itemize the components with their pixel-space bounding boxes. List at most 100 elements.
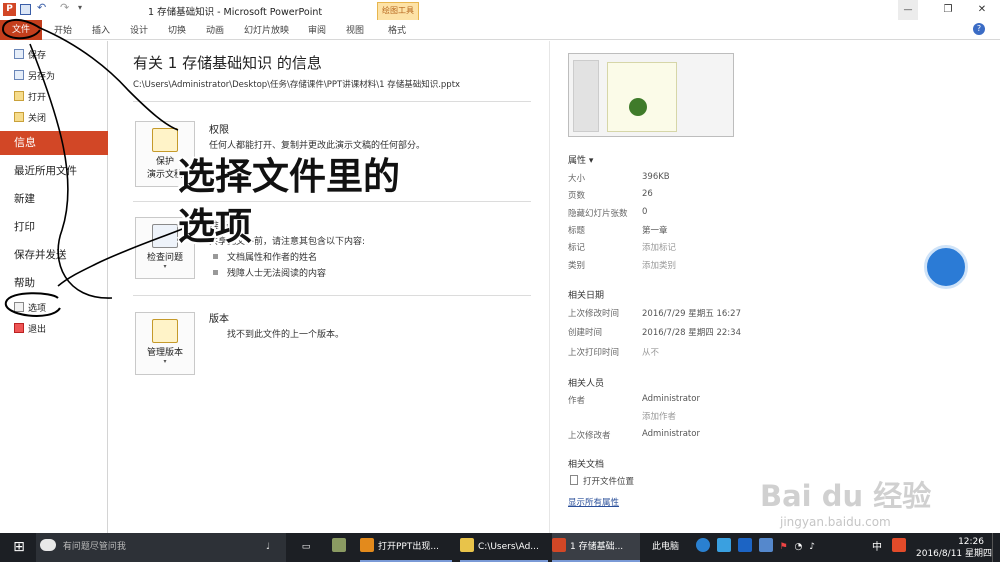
sidebar-item-save-as[interactable]: 另存为 — [14, 69, 55, 82]
ribbon-tab-bar: 文件 开始 插入 设计 切换 动画 幻灯片放映 审阅 视图 格式 ? — [0, 20, 1000, 40]
date-val-created: 2016/7/28 星期四 22:34 — [642, 328, 741, 338]
taskbar-window-label: C:\Users\Ad... — [478, 542, 539, 552]
versions-icon — [152, 319, 178, 343]
save-as-icon — [14, 70, 24, 80]
folder-open-icon — [14, 91, 24, 101]
tray-app-icon — [716, 538, 731, 552]
thumbnail-slide-list — [573, 60, 599, 132]
taskbar-window-label: 打开PPT出现... — [378, 542, 439, 552]
tab-insert[interactable]: 插入 — [92, 23, 110, 36]
network-icon: ◔ — [794, 542, 803, 552]
media-app-icon[interactable] — [332, 533, 350, 562]
prop-val-size: 396KB — [642, 172, 670, 182]
undo-icon[interactable]: ↶ — [37, 1, 46, 14]
sidebar-item-close[interactable]: 关闭 — [14, 111, 46, 124]
tab-format[interactable]: 格式 — [388, 23, 406, 36]
divider — [133, 101, 531, 102]
section-text-permissions: 任何人都能打开、复制并更改此演示文稿的任何部分。 — [209, 141, 426, 151]
sidebar-item-info[interactable]: 信息 — [0, 131, 108, 155]
powerpoint-icon — [552, 538, 566, 552]
date-val-printed: 从不 — [642, 348, 660, 358]
hummingbird-logo-icon — [924, 245, 968, 289]
dates-header: 相关日期 — [568, 291, 605, 301]
tab-design[interactable]: 设计 — [130, 23, 148, 36]
date-key-created: 创建时间 — [568, 328, 603, 338]
taskbar-window-3[interactable]: 1 存储基础... — [552, 533, 640, 562]
sidebar-item-open[interactable]: 打开 — [14, 90, 46, 103]
redo-icon[interactable]: ↷ — [60, 1, 69, 14]
prop-val-pages: 26 — [642, 189, 653, 199]
search-placeholder: 有问题尽管问我 — [62, 542, 126, 552]
restore-button[interactable]: ❐ — [938, 0, 958, 20]
sidebar-item-help[interactable]: 帮助 — [14, 275, 35, 290]
sidebar-item-recent[interactable]: 最近所用文件 — [14, 163, 77, 178]
show-all-properties-link[interactable]: 显示所有属性 — [568, 496, 619, 508]
prop-val-tags[interactable]: 添加标记 — [642, 241, 676, 253]
save-icon — [14, 49, 24, 59]
sidebar-item-save[interactable]: 保存 — [14, 48, 46, 61]
sidebar-item-label: 选项 — [28, 304, 47, 314]
folder-icon — [460, 538, 474, 552]
last-modified-by-value[interactable]: Administrator — [642, 429, 700, 439]
sidebar-item-exit[interactable]: 退出 — [14, 322, 46, 335]
taskbar-window-1[interactable]: 打开PPT出现... — [360, 533, 452, 562]
backstage-sidebar: 保存 另存为 打开 关闭 信息 最近所用文件 新建 打印 保存并发送 帮助 选项… — [0, 41, 108, 533]
microphone-icon[interactable]: ♩ — [266, 533, 270, 562]
close-button[interactable]: ✕ — [972, 0, 992, 20]
clock[interactable]: 12:26 2016/8/11 星期四 — [916, 533, 992, 562]
show-desktop-button[interactable] — [992, 533, 1000, 562]
search-box[interactable]: 有问题尽管问我 ♩ — [36, 533, 286, 562]
properties-header[interactable]: 属性 ▾ — [568, 153, 593, 166]
this-pc-label[interactable]: 此电脑 — [652, 533, 679, 562]
start-button[interactable]: ⊞ — [8, 533, 30, 562]
sidebar-item-new[interactable]: 新建 — [14, 191, 35, 206]
tab-transitions[interactable]: 切换 — [168, 23, 186, 36]
taskbar-window-2[interactable]: C:\Users\Ad... — [460, 533, 548, 562]
overlay-line-1: 选择文件里的 — [178, 155, 400, 198]
section-title-permissions: 权限 — [209, 125, 229, 136]
prop-val-category[interactable]: 添加类别 — [642, 259, 676, 271]
minimize-button[interactable]: — — [898, 0, 918, 20]
prop-key-size: 大小 — [568, 174, 586, 184]
exit-icon — [14, 323, 24, 333]
slide-thumbnail[interactable] — [568, 53, 734, 137]
overlay-line-2: 选项 — [178, 205, 252, 248]
last-modified-by-label: 上次修改者 — [568, 431, 611, 441]
app-icon — [360, 538, 374, 552]
tab-slideshow[interactable]: 幻灯片放映 — [244, 23, 289, 36]
open-file-location-link[interactable]: 打开文件位置 — [570, 475, 634, 487]
prop-key-hidden: 隐藏幻灯片张数 — [568, 209, 628, 219]
properties-panel: 属性 ▾ 大小 396KB 页数 26 隐藏幻灯片张数 0 标题 第一章 标记 … — [549, 41, 1000, 533]
author-value[interactable]: Administrator — [642, 394, 700, 404]
tab-file[interactable]: 文件 — [0, 20, 42, 40]
clock-time: 12:26 — [958, 537, 984, 547]
bullet-text: 残障人士无法阅读的内容 — [227, 269, 327, 279]
task-view-icon[interactable]: ▭ — [298, 533, 314, 562]
related-docs-header: 相关文档 — [568, 460, 605, 470]
sidebar-item-print[interactable]: 打印 — [14, 219, 35, 234]
sogou-icon[interactable] — [892, 533, 910, 562]
sidebar-item-options[interactable]: 选项 — [14, 301, 46, 314]
folder-close-icon — [14, 112, 24, 122]
tray-icons[interactable]: ⚑ ◔ ♪ — [696, 533, 862, 562]
section-text-versions: 找不到此文件的上一个版本。 — [227, 330, 345, 340]
customize-qat-icon[interactable]: ▾ — [78, 3, 82, 12]
save-quick-icon[interactable] — [20, 4, 31, 15]
tab-review[interactable]: 审阅 — [308, 23, 326, 36]
add-author-link[interactable]: 添加作者 — [642, 410, 676, 422]
watermark-url: jingyan.baidu.com — [780, 515, 891, 529]
date-val-modified: 2016/7/29 星期五 16:27 — [642, 309, 741, 319]
sidebar-item-save-send[interactable]: 保存并发送 — [14, 247, 67, 262]
section-title-versions: 版本 — [209, 314, 229, 325]
instruction-overlay: 选择文件里的 选项 — [178, 152, 400, 252]
document-icon — [570, 475, 578, 485]
people-header: 相关人员 — [568, 379, 605, 389]
tab-view[interactable]: 视图 — [346, 23, 364, 36]
ime-indicator[interactable]: 中 — [872, 533, 882, 562]
tab-animations[interactable]: 动画 — [206, 23, 224, 36]
prop-val-title[interactable]: 第一章 — [642, 224, 668, 236]
help-icon[interactable]: ? — [973, 23, 985, 35]
tab-home[interactable]: 开始 — [54, 23, 72, 36]
bullet-item: 残障人士无法阅读的内容 — [213, 266, 326, 279]
manage-versions-button[interactable]: 管理版本 ▾ — [135, 312, 195, 375]
